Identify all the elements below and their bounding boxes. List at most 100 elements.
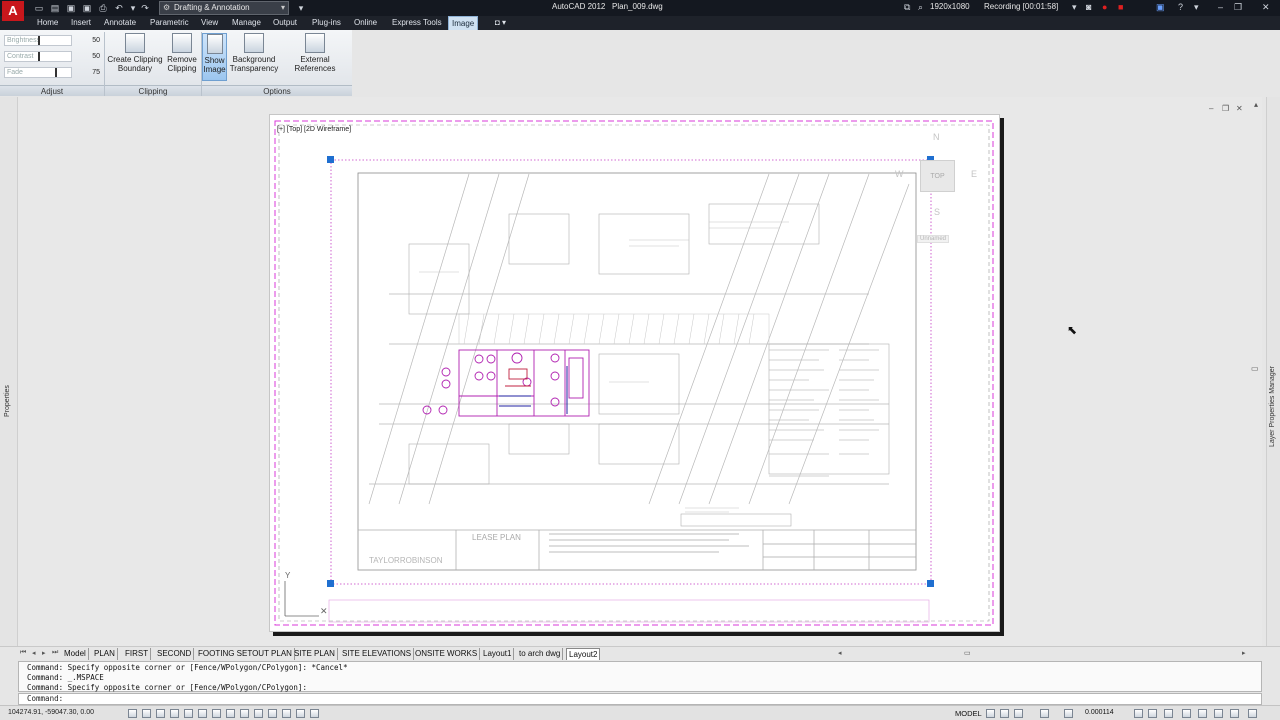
vertical-scroll-thumb[interactable]: ▭ — [1251, 364, 1259, 373]
next-layout-icon[interactable]: ▸ — [42, 649, 46, 657]
viewcube-top-face[interactable]: TOP — [920, 160, 955, 192]
contrast-thumb[interactable] — [38, 52, 40, 61]
polar-tracking-icon[interactable] — [184, 709, 193, 718]
tab-annotate[interactable]: Annotate — [101, 16, 139, 30]
save-as-icon[interactable]: ▣ — [82, 3, 92, 13]
drawing-restore-icon[interactable]: ❐ — [1222, 104, 1229, 113]
tab-image[interactable]: Image — [448, 16, 479, 30]
fade-thumb[interactable] — [55, 68, 57, 77]
chevron-down-icon[interactable]: ▾ — [1194, 2, 1199, 13]
maximize-viewport-icon[interactable] — [1040, 709, 1049, 718]
close-icon[interactable]: ✕ — [1262, 2, 1270, 13]
tab-insert[interactable]: Insert — [68, 16, 94, 30]
snap-mode-icon[interactable] — [142, 709, 151, 718]
grid-display-icon[interactable] — [156, 709, 165, 718]
tab-online[interactable]: Online — [351, 16, 380, 30]
create-clipping-boundary-button[interactable]: Create Clipping Boundary — [107, 33, 163, 73]
compass-south[interactable]: S — [934, 207, 940, 217]
quick-properties-icon[interactable] — [296, 709, 305, 718]
remove-clipping-button[interactable]: Remove Clipping — [165, 33, 199, 73]
background-transparency-button[interactable]: Background Transparency — [229, 33, 279, 73]
pan-icon[interactable] — [1014, 709, 1023, 718]
layout-drawing[interactable]: LEASE PLAN TAYLORROBINSON Y ✕ — [269, 114, 1000, 632]
fade-slider[interactable]: Fade 75 — [4, 67, 102, 78]
minimize-icon[interactable]: – — [1218, 2, 1223, 12]
ribbon-minimize-icon[interactable]: ◘ ▾ — [492, 16, 509, 30]
transparency-icon[interactable] — [282, 709, 291, 718]
exchange-icon[interactable]: ▣ — [1156, 2, 1165, 13]
infer-constraints-icon[interactable] — [128, 709, 137, 718]
quick-view-layouts-icon[interactable] — [986, 709, 995, 718]
scroll-right-icon[interactable]: ▸ — [1242, 649, 1246, 657]
tab-express-tools[interactable]: Express Tools — [389, 16, 445, 30]
layer-properties-palette-strip[interactable]: Layer Properties Manager — [1266, 97, 1280, 646]
drawing-minimize-icon[interactable]: – — [1209, 104, 1213, 113]
layout-tab-layout1[interactable]: Layout1 — [481, 648, 515, 660]
contrast-slider[interactable]: Contrast 50 — [4, 51, 102, 62]
clean-screen-icon[interactable] — [1248, 709, 1257, 718]
tab-home[interactable]: Home — [34, 16, 61, 30]
wcs-menu[interactable]: Unnamed — [917, 235, 950, 243]
workspace-select[interactable]: ⚙ Drafting & Annotation ▾ — [159, 1, 289, 15]
brightness-slider[interactable]: Brightness 50 — [4, 35, 102, 46]
annotation-scale-value[interactable]: 0.000114 — [1085, 709, 1114, 716]
redo-icon[interactable]: ↷ — [140, 3, 150, 13]
first-layout-icon[interactable]: ⏮ — [20, 649, 26, 657]
show-image-button[interactable]: Show Image — [202, 33, 227, 81]
undo-icon[interactable]: ↶ — [114, 3, 124, 13]
plot-icon[interactable]: ⎙ — [98, 3, 108, 13]
tab-output[interactable]: Output — [270, 16, 300, 30]
tab-plug-ins[interactable]: Plug-ins — [309, 16, 344, 30]
last-layout-icon[interactable]: ⏭ — [52, 649, 58, 657]
horizontal-scroll-thumb[interactable]: ▭ — [964, 649, 971, 657]
quick-view-drawings-icon[interactable] — [1000, 709, 1009, 718]
workspace-switching-icon[interactable] — [1164, 709, 1173, 718]
layout-tab-to-arch-dwg[interactable]: to arch dwg — [517, 648, 564, 660]
chevron-down-icon[interactable]: ▾ — [1072, 2, 1077, 13]
command-input[interactable]: Command: — [18, 693, 1262, 705]
annotation-visibility-icon[interactable] — [1134, 709, 1143, 718]
layout-tab-layout2[interactable]: Layout2 — [566, 648, 601, 660]
application-menu-button[interactable]: A — [2, 1, 24, 21]
undo-dropdown-icon[interactable]: ▾ — [128, 3, 138, 13]
scroll-left-icon[interactable]: ◂ — [838, 649, 842, 657]
record-icon[interactable]: ● — [1102, 2, 1107, 12]
lineweight-icon[interactable] — [268, 709, 277, 718]
compass-north[interactable]: N — [933, 132, 940, 142]
layout-tab-site-plan[interactable]: SITE PLAN — [292, 648, 338, 660]
ortho-mode-icon[interactable] — [170, 709, 179, 718]
drawing-close-icon[interactable]: ✕ — [1236, 104, 1243, 113]
layout-tab-first[interactable]: FIRST — [123, 648, 152, 660]
tab-manage[interactable]: Manage — [229, 16, 264, 30]
selection-cycling-icon[interactable] — [310, 709, 319, 718]
compass-east[interactable]: E — [971, 169, 977, 179]
tab-view[interactable]: View — [198, 16, 221, 30]
status-menu-icon[interactable] — [1230, 709, 1239, 718]
lock-icon[interactable] — [1182, 709, 1191, 718]
compass-west[interactable]: W — [895, 169, 904, 179]
customize-toolbar-icon[interactable]: ▾ — [296, 3, 306, 13]
restore-icon[interactable]: ❐ — [1234, 2, 1242, 13]
properties-palette-strip[interactable]: Properties — [0, 97, 18, 646]
3d-object-snap-icon[interactable] — [212, 709, 221, 718]
new-icon[interactable]: ▭ — [34, 3, 44, 13]
viewport-controls-label[interactable]: [+] [Top] [2D Wireframe] — [277, 126, 351, 133]
hardware-acceleration-icon[interactable] — [1198, 709, 1207, 718]
brightness-thumb[interactable] — [38, 36, 40, 45]
auto-scale-icon[interactable] — [1148, 709, 1157, 718]
coordinate-readout[interactable]: 104274.91, -59047.30, 0.00 — [8, 709, 94, 716]
stop-icon[interactable]: ■ — [1118, 2, 1123, 12]
object-snap-icon[interactable] — [198, 709, 207, 718]
tab-parametric[interactable]: Parametric — [147, 16, 192, 30]
layout-tab-plan[interactable]: PLAN — [92, 648, 118, 660]
open-icon[interactable]: ▤ — [50, 3, 60, 13]
help-icon[interactable]: ? — [1178, 2, 1183, 12]
save-icon[interactable]: ▣ — [66, 3, 76, 13]
layout-tab-second[interactable]: SECOND — [155, 648, 195, 660]
model-space-toggle[interactable]: MODEL — [955, 709, 982, 718]
scroll-up-icon[interactable]: ▴ — [1254, 100, 1258, 109]
layout-tab-model[interactable]: Model — [62, 648, 89, 660]
object-snap-tracking-icon[interactable] — [226, 709, 235, 718]
external-references-button[interactable]: External References — [280, 33, 350, 73]
annotation-scale-icon[interactable] — [1064, 709, 1073, 718]
